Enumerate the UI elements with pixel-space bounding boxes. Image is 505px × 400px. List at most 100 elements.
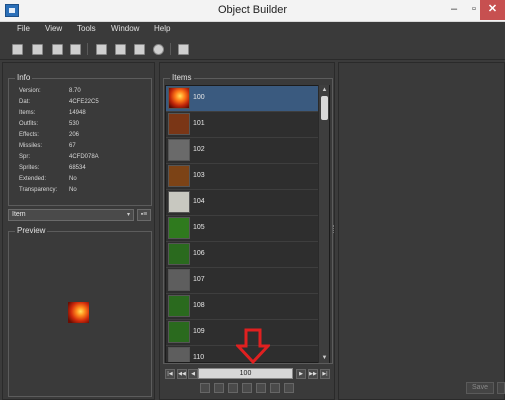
last-page-button[interactable]: ▶| (320, 369, 330, 379)
item-id-label: 105 (193, 224, 205, 231)
first-page-button[interactable]: |◀ (165, 369, 175, 379)
previous-button[interactable]: ◀ (188, 369, 198, 379)
list-item[interactable]: 106 (166, 242, 319, 268)
window-title: Object Builder (217, 4, 288, 16)
info-label: Extended: (19, 176, 47, 182)
preview-sprite (68, 302, 89, 323)
item-id-label: 102 (193, 146, 205, 153)
fast-forward-button[interactable]: ▶▶ (308, 369, 318, 379)
item-id-label: 104 (193, 198, 205, 205)
new-file-icon[interactable] (12, 44, 23, 55)
left-panel: Info Version: 8.70 Dat: 4CFE22C5 Items: … (2, 62, 155, 400)
info-label: Items: (19, 110, 36, 116)
item-id-label: 110 (193, 354, 205, 361)
annotation-down-arrow-icon (236, 328, 270, 364)
item-sprite-thumbnail (168, 191, 190, 213)
item-sprite-thumbnail (168, 347, 190, 362)
item-id-label: 106 (193, 250, 205, 257)
menu-bar: File View Tools Window Help (0, 22, 505, 38)
search-icon[interactable] (115, 44, 126, 55)
info-label: Outfits: (19, 121, 39, 127)
delete-icon[interactable] (284, 383, 294, 393)
item-sprite-thumbnail (168, 87, 190, 109)
items-legend: Items (170, 73, 194, 82)
item-sprite-thumbnail (168, 113, 190, 135)
menu-tools[interactable]: Tools (77, 24, 96, 33)
category-value: Item (12, 211, 26, 218)
info-label: Sprites: (19, 165, 40, 171)
menu-help[interactable]: Help (154, 24, 170, 33)
list-item[interactable]: 104 (166, 190, 319, 216)
replace-icon[interactable] (200, 383, 210, 393)
next-button[interactable]: ▶ (296, 369, 306, 379)
play-icon[interactable] (153, 44, 164, 55)
export-icon[interactable] (228, 383, 238, 393)
object-builder-window: Object Builder – ▫ ✕ File View Tools Win… (0, 0, 505, 400)
compile-icon[interactable] (96, 44, 107, 55)
item-id-label: 101 (193, 120, 205, 127)
category-select[interactable]: Item ▾ (8, 209, 134, 221)
info-group: Info Version: 8.70 Dat: 4CFE22C5 Items: … (8, 73, 152, 206)
duplicate-icon[interactable] (256, 383, 266, 393)
list-item[interactable]: 100 (166, 86, 319, 112)
info-value: 206 (69, 132, 80, 138)
info-label: Missiles: (19, 143, 43, 149)
list-item[interactable]: 107 (166, 268, 319, 294)
info-value: 14948 (69, 110, 86, 116)
info-value: 8.70 (69, 88, 81, 94)
save-as-icon[interactable] (70, 44, 81, 55)
scroll-thumb[interactable] (321, 96, 328, 120)
item-sprite-thumbnail (168, 321, 190, 343)
item-sprite-thumbnail (168, 139, 190, 161)
close-button[interactable]: ✕ (480, 0, 505, 20)
list-item[interactable]: 103 (166, 164, 319, 190)
info-value: 67 (69, 143, 76, 149)
item-sprite-thumbnail (168, 217, 190, 239)
save-icon[interactable] (52, 44, 63, 55)
menu-window[interactable]: Window (111, 24, 139, 33)
item-id-label: 108 (193, 302, 205, 309)
new-icon[interactable] (270, 383, 280, 393)
list-item[interactable]: 108 (166, 294, 319, 320)
title-bar: Object Builder – ▫ ✕ (0, 0, 505, 22)
toolbar (0, 38, 505, 60)
category-options-button[interactable]: ▪≡ (137, 209, 151, 221)
editor-panel (338, 62, 505, 400)
minimize-button[interactable]: – (444, 0, 464, 20)
save-button[interactable]: Save (466, 382, 494, 394)
items-scrollbar[interactable]: ▲ ▼ (318, 85, 329, 363)
preview-legend: Preview (15, 226, 48, 235)
sprite-sheet-icon[interactable] (178, 44, 189, 55)
scroll-up-arrow-icon[interactable]: ▲ (319, 85, 330, 95)
list-item[interactable]: 102 (166, 138, 319, 164)
item-sprite-thumbnail (168, 165, 190, 187)
list-item[interactable]: 101 (166, 112, 319, 138)
splitter-handle[interactable] (333, 225, 335, 233)
info-legend: Info (15, 73, 33, 82)
menu-view[interactable]: View (45, 24, 62, 33)
item-id-label: 107 (193, 276, 205, 283)
item-sprite-thumbnail (168, 295, 190, 317)
list-item[interactable]: 105 (166, 216, 319, 242)
scroll-down-arrow-icon[interactable]: ▼ (319, 353, 330, 363)
info-value: 68534 (69, 165, 86, 171)
info-label: Version: (19, 88, 41, 94)
animation-editor-icon[interactable] (134, 44, 145, 55)
fast-back-button[interactable]: ◀◀ (177, 369, 187, 379)
info-label: Spr: (19, 154, 31, 160)
toolbar-separator (170, 43, 171, 55)
toolbar-separator (87, 43, 88, 55)
items-list[interactable]: 100 101 102 103 104 105 106 107 108 109 … (165, 85, 330, 363)
info-value: No (69, 176, 77, 182)
import-icon[interactable] (214, 383, 224, 393)
info-label: Dat: (19, 99, 31, 105)
overflow-button[interactable] (497, 382, 505, 394)
chevron-down-icon: ▾ (126, 212, 130, 218)
menu-file[interactable]: File (17, 24, 30, 33)
item-id-label: 109 (193, 328, 205, 335)
item-id-stepper[interactable]: 100 (198, 368, 293, 379)
edit-icon[interactable] (242, 383, 252, 393)
info-value: 4CFD078A (69, 154, 99, 160)
info-value: No (69, 187, 77, 193)
open-folder-icon[interactable] (32, 44, 43, 55)
